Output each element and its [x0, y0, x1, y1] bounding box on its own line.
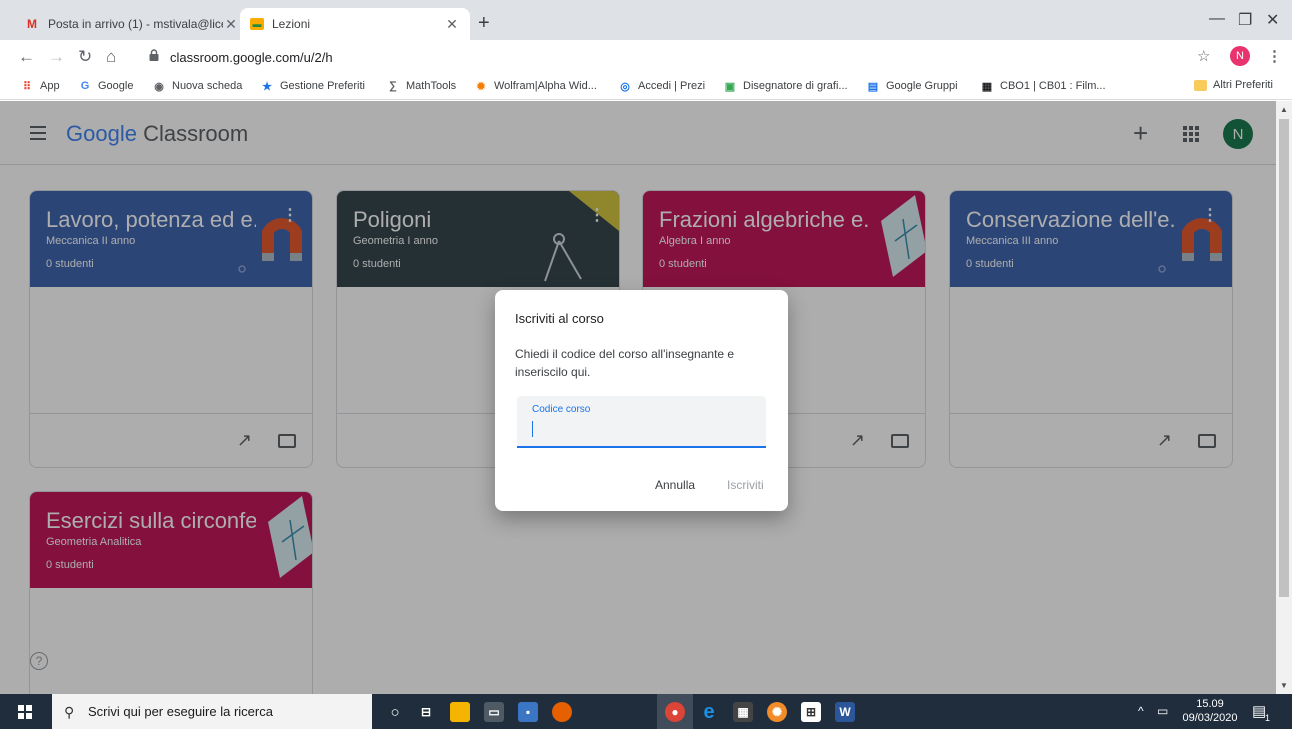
clock-date: 09/03/2020 — [1182, 712, 1238, 724]
globe-icon: ◉ — [154, 80, 164, 93]
bookmark-nuova-scheda[interactable]: ◉ Nuova scheda — [152, 79, 242, 93]
calculator-icon[interactable]: ▦ — [733, 702, 753, 722]
dialog-title: Iscriviti al corso — [515, 311, 604, 326]
browser-tab-strip: M Posta in arrivo (1) - mstivala@lice ✕ … — [0, 0, 1292, 40]
close-tab-icon[interactable]: ✕ — [223, 16, 239, 33]
apps-grid-icon: ⠿ — [22, 80, 32, 93]
dialog-instructions: Chiedi il codice del corso all'insegnant… — [515, 347, 735, 379]
bookmark-prezi[interactable]: ◎ Accedi | Prezi — [618, 79, 705, 93]
bookmark-altri-preferiti[interactable]: Altri Preferiti — [1194, 79, 1273, 91]
network-tray-icon[interactable]: ▭ — [1157, 704, 1168, 718]
browser-menu-icon[interactable]: ⋮ — [1267, 47, 1282, 65]
tab-lezioni[interactable]: ▬ Lezioni ✕ — [240, 8, 470, 40]
taskbar-search-placeholder: Scrivi qui per eseguire la ricerca — [88, 704, 273, 719]
gmail-icon: M — [27, 17, 37, 31]
store-icon[interactable]: ⊞ — [801, 702, 821, 722]
scroll-up-icon[interactable]: ▲ — [1280, 105, 1288, 114]
class-code-label: Codice corso — [532, 404, 591, 415]
text-caret — [532, 421, 533, 437]
scrollbar-thumb[interactable] — [1279, 119, 1289, 597]
google-icon: G — [80, 80, 90, 92]
command-prompt-icon[interactable]: ▭ — [484, 702, 504, 722]
join-class-dialog: Iscriviti al corso Chiedi il codice del … — [495, 290, 788, 511]
forward-icon[interactable]: → — [48, 47, 65, 67]
bookmark-google-gruppi[interactable]: ▤ Google Gruppi — [866, 79, 958, 93]
search-icon: ⚲ — [64, 704, 75, 720]
classroom-icon: ▬ — [250, 18, 264, 30]
prezi-icon: ◎ — [620, 80, 630, 93]
close-tab-icon[interactable]: ✕ — [444, 16, 460, 33]
back-icon[interactable]: ← — [18, 47, 35, 67]
bookmark-google[interactable]: G Google — [78, 79, 134, 93]
bookmark-wolfram[interactable]: ✹ Wolfram|Alpha Wid... — [474, 79, 597, 93]
home-icon[interactable]: ⌂ — [106, 47, 116, 67]
word-icon[interactable]: W — [835, 702, 855, 722]
bookmarks-bar: ⠿ App G Google ◉ Nuova scheda ★ Gestione Pre… — [0, 76, 1292, 100]
tab-gmail[interactable]: M Posta in arrivo (1) - mstivala@lice ✕ — [14, 8, 249, 40]
windows-start-icon[interactable] — [18, 705, 32, 719]
bookmark-app[interactable]: ⠿ App — [20, 79, 60, 93]
bookmark-cb01[interactable]: ▦ CBO1 | CB01 : Film... — [980, 79, 1106, 93]
reload-icon[interactable]: ↻ — [78, 47, 92, 67]
lock-icon — [149, 49, 159, 61]
clock[interactable]: 15.09 09/03/2020 — [1180, 697, 1240, 725]
browser-profile-avatar[interactable]: N — [1230, 46, 1250, 66]
edge-icon[interactable]: e — [699, 701, 719, 723]
class-code-field[interactable]: Codice corso — [517, 396, 766, 448]
bookmark-gestione-preferiti[interactable]: ★ Gestione Preferiti — [260, 79, 365, 93]
notification-count-badge: 1 — [1265, 713, 1271, 723]
bookmark-mathtools[interactable]: ∑ MathTools — [386, 79, 456, 93]
firefox-icon[interactable] — [552, 702, 572, 722]
windows-taskbar: ⚲ Scrivi qui per eseguire la ricerca ○ ⊟… — [0, 694, 1292, 729]
chrome-icon[interactable]: ● — [665, 702, 685, 722]
folder-icon — [1194, 79, 1207, 91]
tab-title: Lezioni — [272, 17, 311, 31]
restore-icon[interactable]: ❐ — [1238, 10, 1252, 30]
cancel-button[interactable]: Annulla — [655, 478, 695, 492]
close-window-icon[interactable]: ✕ — [1266, 10, 1279, 30]
clock-time: 15.09 — [1196, 698, 1224, 710]
graph-drawer-icon: ▣ — [724, 80, 736, 93]
screen: M Posta in arrivo (1) - mstivala@lice ✕ … — [0, 0, 1292, 729]
network-app-icon[interactable]: ▪ — [518, 702, 538, 722]
bookmark-star-icon[interactable]: ☆ — [1197, 47, 1210, 65]
class-code-input[interactable] — [530, 418, 750, 438]
url-field[interactable]: classroom.google.com/u/2/h — [170, 50, 333, 65]
task-view-icon[interactable]: ⊟ — [416, 702, 436, 722]
wolfram-icon: ✹ — [476, 80, 486, 93]
new-tab-button[interactable]: + — [478, 12, 490, 35]
scroll-down-icon[interactable]: ▼ — [1280, 681, 1288, 690]
file-explorer-icon[interactable] — [450, 702, 470, 722]
join-button[interactable]: Iscriviti — [727, 478, 764, 492]
page-scrollbar[interactable]: ▲ ▼ — [1276, 101, 1292, 694]
star-icon: ★ — [262, 80, 272, 93]
cb01-icon: ▦ — [981, 80, 993, 93]
taskbar-search-box[interactable]: ⚲ Scrivi qui per eseguire la ricerca — [52, 694, 372, 729]
cortana-icon[interactable]: ○ — [385, 702, 405, 722]
mathtools-icon: ∑ — [389, 80, 397, 92]
tab-title: Posta in arrivo (1) - mstivala@lice — [48, 17, 223, 31]
minimize-icon[interactable]: — — [1209, 10, 1225, 28]
settings-gear-icon[interactable]: ✺ — [767, 702, 787, 722]
google-groups-icon: ▤ — [867, 80, 879, 93]
tray-expand-icon[interactable]: ^ — [1138, 704, 1144, 718]
bookmark-disegnatore[interactable]: ▣ Disegnatore di grafi... — [723, 79, 848, 93]
